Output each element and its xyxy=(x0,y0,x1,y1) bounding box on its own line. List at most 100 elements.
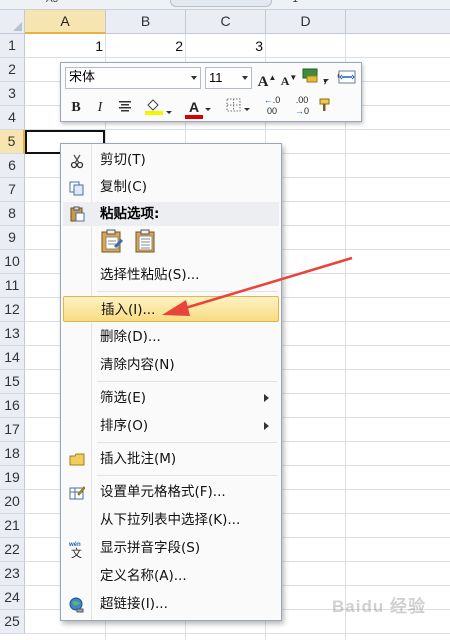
font-name-value: 宋体 xyxy=(69,70,96,85)
menu-item-format-cells[interactable]: 设置单元格格式(F)... xyxy=(63,479,279,505)
menu-separator xyxy=(97,381,277,382)
cell-c1[interactable]: 3 xyxy=(186,35,263,58)
menu-item-insert[interactable]: 插入(I)... xyxy=(63,296,279,322)
format-painter-icon xyxy=(319,98,330,111)
paste-options-header: 粘贴选项: xyxy=(63,202,279,226)
chevron-down-icon xyxy=(191,76,197,80)
borders-button[interactable] xyxy=(223,97,253,119)
font-size-value: 11 xyxy=(209,70,223,85)
comma-style-button[interactable]: , xyxy=(318,66,332,88)
chevron-down-icon xyxy=(166,110,172,114)
fill-color-button[interactable] xyxy=(141,97,175,119)
chevron-right-icon xyxy=(264,422,269,430)
name-box[interactable]: A5 xyxy=(46,0,58,5)
hyperlink-icon xyxy=(69,596,85,613)
menu-item-pick-from-list[interactable]: 从下拉列表中选择(K)... xyxy=(63,507,279,533)
gridline xyxy=(25,633,450,634)
row-header-11[interactable]: 11 xyxy=(0,274,25,298)
row-header-15[interactable]: 15 xyxy=(0,370,25,394)
format-painter-button[interactable] xyxy=(315,97,337,119)
paint-bucket-icon xyxy=(145,99,163,115)
row-header-18[interactable]: 18 xyxy=(0,442,25,466)
row-header-23[interactable]: 23 xyxy=(0,562,25,586)
menu-item-filter[interactable]: 筛选(E) xyxy=(63,385,279,411)
clipboard-icon xyxy=(69,206,85,230)
menu-item-insert-comment[interactable]: 插入批注(M) xyxy=(63,446,279,472)
row-header-4[interactable]: 4 xyxy=(0,106,25,130)
font-color-icon: A xyxy=(185,99,203,119)
row-header-17[interactable]: 17 xyxy=(0,418,25,442)
decrease-decimal-button[interactable]: .00 →0 xyxy=(289,95,315,117)
row-header-13[interactable]: 13 xyxy=(0,322,25,346)
borders-icon xyxy=(226,98,241,112)
column-header-b[interactable]: B xyxy=(106,10,186,34)
cell-a1[interactable]: 1 xyxy=(25,35,103,58)
phonetic-icon: wén 文 xyxy=(68,540,85,560)
menu-item-copy[interactable]: 复制(C) xyxy=(63,174,279,200)
row-header-19[interactable]: 19 xyxy=(0,466,25,490)
bold-button[interactable]: B xyxy=(67,97,85,119)
align-center-button[interactable] xyxy=(115,97,135,119)
menu-item-clear-contents[interactable]: 清除内容(N) xyxy=(63,352,279,378)
menu-separator xyxy=(97,475,277,476)
paste-icon xyxy=(101,229,123,253)
row-header-5[interactable]: 5 xyxy=(0,130,25,154)
formula-bar-divider xyxy=(170,0,272,7)
row-header-6[interactable]: 6 xyxy=(0,154,25,178)
grow-font-button[interactable]: A▲ xyxy=(257,67,277,90)
increase-decimal-icon: ← xyxy=(263,95,273,105)
column-header-c[interactable]: C xyxy=(186,10,266,34)
mini-toolbar: 宋体 11 A▲ A▼ % B I A xyxy=(60,62,362,122)
row-header-2[interactable]: 2 xyxy=(0,58,25,82)
row-header-9[interactable]: 9 xyxy=(0,226,25,250)
formula-bar: A5 1 xyxy=(0,0,450,10)
font-size-select[interactable]: 11 xyxy=(205,67,252,89)
shrink-font-button[interactable]: A▼ xyxy=(279,67,299,89)
row-header-22[interactable]: 22 xyxy=(0,538,25,562)
font-name-select[interactable]: 宋体 xyxy=(65,67,201,89)
chevron-down-icon xyxy=(244,107,250,111)
row-header-12[interactable]: 12 xyxy=(0,298,25,322)
copy-icon xyxy=(69,179,85,196)
row-header-14[interactable]: 14 xyxy=(0,346,25,370)
row-header-3[interactable]: 3 xyxy=(0,82,25,106)
menu-item-phonetic-field[interactable]: wén 文 显示拼音字段(S) xyxy=(63,535,279,561)
column-header-a[interactable]: A xyxy=(25,10,106,34)
cell-b1[interactable]: 2 xyxy=(106,35,183,58)
row-header-24[interactable]: 24 xyxy=(0,586,25,610)
formula-input[interactable]: 1 xyxy=(292,0,298,5)
format-cells-icon xyxy=(69,484,86,500)
menu-item-paste-special[interactable]: 选择性粘贴(S)... xyxy=(63,262,279,288)
row-header-20[interactable]: 20 xyxy=(0,490,25,514)
menu-item-define-name[interactable]: 定义名称(A)... xyxy=(63,563,279,589)
menu-item-cut[interactable]: 剪切(T) xyxy=(63,147,279,173)
scissors-icon xyxy=(69,152,85,169)
menu-item-delete[interactable]: 删除(D)... xyxy=(63,324,279,350)
chevron-down-icon xyxy=(205,107,211,111)
paste-values-button[interactable] xyxy=(133,228,159,254)
merge-center-button[interactable] xyxy=(338,70,356,84)
select-all-corner[interactable] xyxy=(0,10,25,34)
row-header-7[interactable]: 7 xyxy=(0,178,25,202)
align-center-icon xyxy=(119,101,131,112)
grow-font-icon: A xyxy=(257,74,269,90)
row-header-1[interactable]: 1 xyxy=(0,34,25,58)
paste-button[interactable] xyxy=(99,228,125,254)
menu-separator xyxy=(97,442,277,443)
row-header-10[interactable]: 10 xyxy=(0,250,25,274)
comment-icon xyxy=(69,451,85,467)
paste-values-icon xyxy=(135,229,155,253)
row-header-16[interactable]: 16 xyxy=(0,394,25,418)
row-header-25[interactable]: 25 xyxy=(0,610,25,634)
decrease-decimal-icon: → xyxy=(294,106,304,116)
menu-item-hyperlink[interactable]: 超链接(I)... xyxy=(63,591,279,617)
row-header-21[interactable]: 21 xyxy=(0,514,25,538)
italic-button[interactable]: I xyxy=(91,97,109,119)
increase-decimal-button[interactable]: ←.0 00 xyxy=(259,95,285,117)
chevron-right-icon xyxy=(264,394,269,402)
row-header-8[interactable]: 8 xyxy=(0,202,25,226)
menu-item-sort[interactable]: 排序(O) xyxy=(63,413,279,439)
column-header-d[interactable]: D xyxy=(266,10,346,34)
font-color-button[interactable]: A xyxy=(181,97,215,119)
column-header-e[interactable] xyxy=(346,10,450,34)
